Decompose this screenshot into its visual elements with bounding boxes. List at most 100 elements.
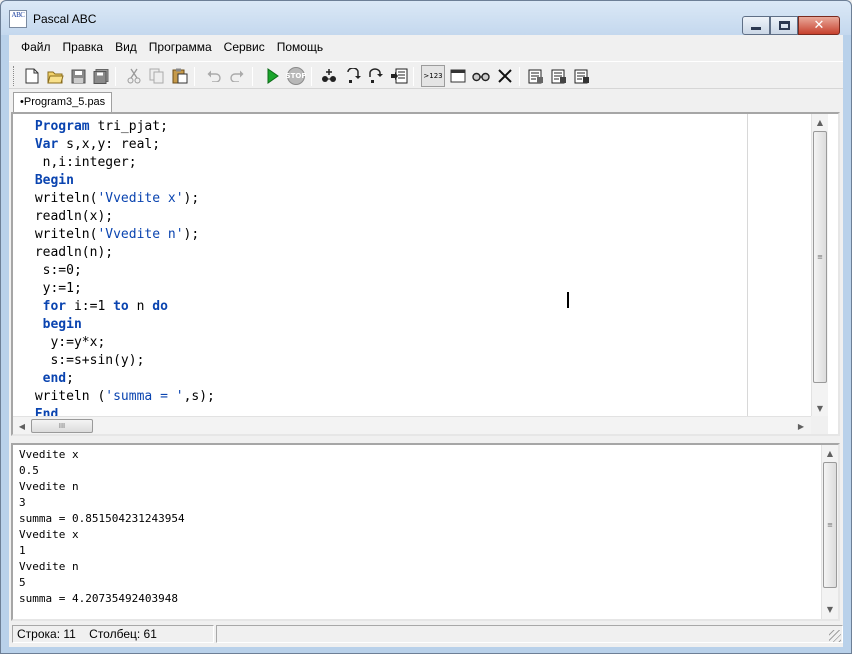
output-line: 1 bbox=[19, 544, 26, 557]
scroll-up-arrow-icon[interactable]: ▲ bbox=[812, 114, 828, 130]
menu-help[interactable]: Помощь bbox=[271, 40, 329, 54]
step-into-icon bbox=[347, 68, 361, 83]
scroll-down-arrow-icon[interactable]: ▼ bbox=[812, 400, 828, 416]
show-output-toggle[interactable]: >123 bbox=[421, 65, 445, 87]
code-line[interactable]: n,i:integer; bbox=[27, 154, 215, 172]
copy-button[interactable] bbox=[148, 67, 166, 85]
menu-service[interactable]: Сервис bbox=[218, 40, 271, 54]
code-line[interactable]: Begin bbox=[27, 172, 215, 190]
redo-button[interactable] bbox=[228, 67, 246, 85]
delete-button[interactable] bbox=[496, 67, 514, 85]
save-all-button[interactable] bbox=[92, 67, 110, 85]
scroll-up-arrow-icon[interactable]: ▲ bbox=[822, 445, 838, 461]
code-token: n,i:integer; bbox=[27, 155, 137, 170]
close-button[interactable]: ✕ bbox=[798, 16, 840, 35]
add-watch-button[interactable] bbox=[321, 67, 339, 85]
run-button[interactable] bbox=[263, 67, 281, 85]
code-token: readln(n); bbox=[27, 245, 114, 260]
step-over-button[interactable] bbox=[367, 67, 385, 85]
menu-file[interactable]: Файл bbox=[15, 40, 57, 54]
code-text[interactable]: Program tri_pjat; Var s,x,y: real; n,i:i… bbox=[27, 118, 215, 424]
client-area: Файл Правка Вид Программа Сервис Помощь bbox=[9, 35, 843, 647]
editor-vscroll-thumb[interactable]: ≡ bbox=[813, 131, 827, 383]
open-file-button[interactable] bbox=[46, 67, 64, 85]
paste-button[interactable] bbox=[171, 67, 189, 85]
code-line[interactable]: readln(x); bbox=[27, 208, 215, 226]
run-to-cursor-icon bbox=[391, 68, 408, 84]
right-margin-line bbox=[747, 114, 748, 416]
editor-hscroll-thumb[interactable]: III bbox=[31, 419, 93, 433]
code-token: s:=0; bbox=[27, 263, 82, 278]
cursor-position: Строка: 11 Столбец: 61 bbox=[12, 625, 214, 643]
code-line[interactable]: begin bbox=[27, 316, 215, 334]
new-file-button[interactable] bbox=[23, 67, 41, 85]
code-editor[interactable]: Program tri_pjat; Var s,x,y: real; n,i:i… bbox=[11, 112, 840, 436]
code-line[interactable]: writeln('Vvedite x'); bbox=[27, 190, 215, 208]
output-panel[interactable]: Vvedite x 0.5 Vvedite n 3 summa = 0.85150423… bbox=[11, 443, 840, 621]
show-variables-button[interactable] bbox=[550, 67, 568, 85]
output-line: Vvedite x bbox=[19, 448, 79, 461]
code-line[interactable]: Var s,x,y: real; bbox=[27, 136, 215, 154]
code-token: ,s); bbox=[183, 389, 215, 404]
show-results-button[interactable] bbox=[573, 67, 591, 85]
code-token: n bbox=[128, 299, 153, 314]
scroll-left-arrow-icon[interactable]: ◀ bbox=[14, 418, 30, 434]
stop-button[interactable]: STOP bbox=[286, 67, 306, 85]
code-line[interactable]: writeln('Vvedite n'); bbox=[27, 226, 215, 244]
menu-program[interactable]: Программа bbox=[143, 40, 218, 54]
toolbar-separator bbox=[311, 67, 312, 86]
step-over-icon bbox=[369, 68, 383, 83]
maximize-button[interactable] bbox=[770, 16, 798, 35]
keyword-token: to bbox=[113, 299, 129, 314]
show-results-icon bbox=[574, 69, 589, 84]
format-code-button[interactable] bbox=[527, 67, 545, 85]
scroll-down-arrow-icon[interactable]: ▼ bbox=[822, 601, 838, 617]
toolbar-grip[interactable] bbox=[13, 66, 16, 86]
keyword-token: Begin bbox=[34, 173, 74, 188]
open-folder-icon bbox=[46, 71, 64, 83]
code-line[interactable]: end; bbox=[27, 370, 215, 388]
window-button[interactable] bbox=[449, 67, 467, 85]
code-token: writeln( bbox=[27, 191, 98, 206]
resize-grip-icon[interactable] bbox=[829, 630, 841, 642]
editor-horizontal-scrollbar[interactable]: ◀ III ▶ bbox=[13, 416, 811, 434]
run-icon bbox=[267, 68, 279, 84]
code-line[interactable]: for i:=1 to n do bbox=[27, 298, 215, 316]
title-bar[interactable]: ABC Pascal ABC ✕ bbox=[1, 1, 851, 35]
text-cursor bbox=[567, 292, 569, 308]
code-token: ); bbox=[183, 227, 200, 242]
watch-button[interactable] bbox=[472, 67, 490, 85]
new-file-icon bbox=[25, 68, 39, 84]
scroll-right-arrow-icon[interactable]: ▶ bbox=[793, 418, 809, 434]
code-line[interactable]: writeln ('summa = ',s); bbox=[27, 388, 215, 406]
paste-icon bbox=[172, 68, 188, 84]
output-text: Vvedite x 0.5 Vvedite n 3 summa = 0.85150423… bbox=[19, 447, 185, 607]
output-vscroll-thumb[interactable]: ≡ bbox=[823, 462, 837, 588]
toolbar-separator bbox=[519, 67, 520, 86]
code-token: writeln ( bbox=[27, 389, 106, 404]
output-vertical-scrollbar[interactable]: ▲ ≡ ▼ bbox=[821, 445, 838, 619]
step-into-button[interactable] bbox=[344, 67, 362, 85]
toolbar-separator bbox=[252, 67, 253, 86]
code-line[interactable]: Program tri_pjat; bbox=[27, 118, 215, 136]
minimize-button[interactable] bbox=[742, 16, 770, 35]
editor-vertical-scrollbar[interactable]: ▲ ≡ ▼ bbox=[811, 114, 828, 418]
menu-view[interactable]: Вид bbox=[109, 40, 143, 54]
code-line[interactable]: s:=s+sin(y); bbox=[27, 352, 215, 370]
save-button[interactable] bbox=[69, 67, 87, 85]
cut-button[interactable] bbox=[125, 67, 143, 85]
undo-button[interactable] bbox=[205, 67, 223, 85]
code-token: s,x,y: real; bbox=[58, 137, 161, 152]
window-title: Pascal ABC bbox=[33, 12, 97, 26]
tab-program3-5[interactable]: •Program3_5.pas bbox=[13, 92, 113, 112]
code-line[interactable]: y:=1; bbox=[27, 280, 215, 298]
menu-edit[interactable]: Правка bbox=[57, 40, 110, 54]
run-to-cursor-button[interactable] bbox=[390, 67, 408, 85]
code-token: ; bbox=[66, 371, 74, 386]
code-line[interactable]: y:=y*x; bbox=[27, 334, 215, 352]
code-line[interactable]: s:=0; bbox=[27, 262, 215, 280]
app-window: ABC Pascal ABC ✕ Файл Правка Вид Програм… bbox=[0, 0, 852, 654]
code-line[interactable]: readln(n); bbox=[27, 244, 215, 262]
